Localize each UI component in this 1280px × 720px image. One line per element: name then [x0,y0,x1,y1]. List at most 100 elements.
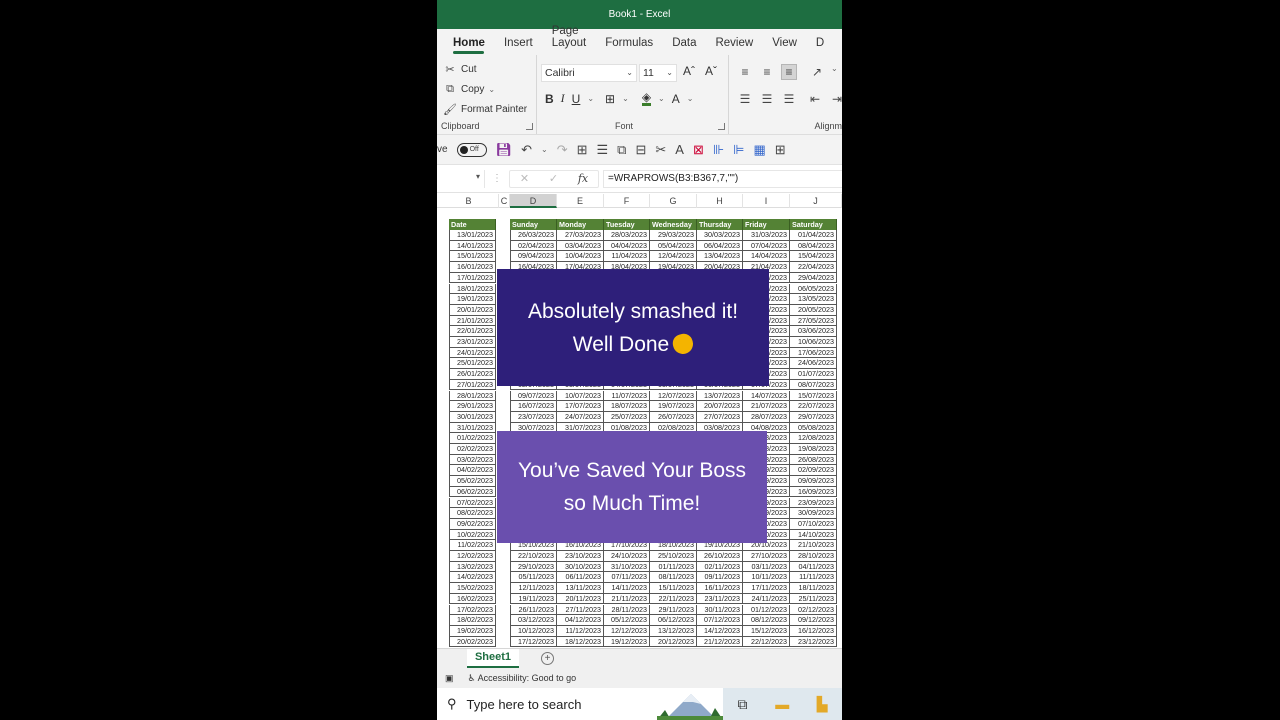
folder-cloud-icon[interactable]: ▙ [802,688,842,720]
column-header-h[interactable]: H [697,194,743,208]
wrapped-date-cell[interactable]: 02/12/2023 [790,604,837,616]
date-cell[interactable]: 21/01/2023 [449,315,496,327]
date-cell[interactable]: 10/02/2023 [449,529,496,541]
date-cell[interactable]: 14/01/2023 [449,240,496,252]
column-header-f[interactable]: F [604,194,650,208]
undo-icon[interactable]: ↶ [521,142,532,158]
cancel-icon[interactable]: ✕ [520,172,529,185]
wrapped-date-cell[interactable]: 12/11/2023 [510,583,557,594]
wrapped-date-cell[interactable]: 26/03/2023 [510,230,557,241]
wrapped-date-cell[interactable]: 17/06/2023 [790,347,837,359]
wrapped-date-cell[interactable]: 07/04/2023 [743,240,790,252]
wrapped-date-cell[interactable]: 11/12/2023 [557,625,604,637]
wrapped-date-cell[interactable]: 09/09/2023 [790,476,837,487]
borders-icon[interactable]: ⊞ [577,142,588,158]
wrapped-date-cell[interactable]: 27/03/2023 [557,230,604,241]
more-icon[interactable]: ⊞ [775,142,786,158]
redo-icon[interactable]: ↷ [557,142,568,158]
date-cell[interactable]: 08/02/2023 [449,508,496,519]
wrapped-date-cell[interactable]: 02/11/2023 [697,561,743,573]
wrapped-date-cell[interactable]: 07/10/2023 [790,518,837,530]
wrapped-date-cell[interactable]: 22/12/2023 [743,636,790,648]
wrapped-date-cell[interactable]: 03/04/2023 [557,240,604,252]
wrapped-date-cell[interactable]: 22/04/2023 [790,262,837,273]
date-cell[interactable]: 24/01/2023 [449,347,496,359]
wrapped-date-cell[interactable]: 26/11/2023 [510,604,557,616]
wrapped-date-cell[interactable]: 19/11/2023 [510,593,557,605]
drag-handle-icon[interactable]: ⋮ [485,173,509,184]
wrapped-date-cell[interactable]: 31/03/2023 [743,230,790,241]
wrapped-date-cell[interactable]: 11/11/2023 [790,572,837,584]
wrapped-date-cell[interactable]: 11/04/2023 [604,251,650,263]
wrapped-date-cell[interactable]: 19/07/2023 [650,401,697,412]
wrapped-date-cell[interactable]: 27/10/2023 [743,551,790,562]
wrapped-date-cell[interactable]: 29/11/2023 [650,604,697,616]
delete-rows-icon[interactable]: ⊫ [733,142,744,158]
chevron-down-icon[interactable]: ⌄ [831,64,838,80]
wrapped-date-cell[interactable]: 27/07/2023 [697,411,743,423]
wrapped-date-cell[interactable]: 18/07/2023 [604,401,650,412]
tab-view[interactable]: View [772,37,806,55]
wrapped-date-cell[interactable]: 16/11/2023 [697,583,743,594]
date-cell[interactable]: 12/02/2023 [449,551,496,562]
wrapped-date-cell[interactable]: 16/12/2023 [790,625,837,637]
wrapped-date-cell[interactable]: 14/10/2023 [790,529,837,541]
font-color-button[interactable]: A [672,92,680,106]
wrapped-date-cell[interactable]: 10/11/2023 [743,572,790,584]
wrapped-date-cell[interactable]: 22/07/2023 [790,401,837,412]
autosave-toggle[interactable]: Off [456,142,487,157]
wrapped-date-cell[interactable]: 13/05/2023 [790,294,837,305]
date-cell[interactable]: 01/02/2023 [449,433,496,444]
sheet-tab[interactable]: Sheet1 [467,649,519,668]
wrapped-date-cell[interactable]: 03/12/2023 [510,615,557,626]
wrapped-date-cell[interactable]: 01/07/2023 [790,369,837,380]
date-cell[interactable]: 13/02/2023 [449,561,496,573]
wrapped-date-cell[interactable]: 10/12/2023 [510,625,557,637]
wrapped-date-cell[interactable]: 08/04/2023 [790,240,837,252]
tab-home[interactable]: Home [453,37,494,55]
wrapped-date-cell[interactable]: 20/07/2023 [697,401,743,412]
align-left-icon[interactable]: ☰ [737,91,753,107]
wrapped-date-cell[interactable]: 14/12/2023 [697,625,743,637]
increase-font-size-button[interactable]: Aˆ [683,64,695,78]
wrapped-date-cell[interactable]: 05/04/2023 [650,240,697,252]
wrapped-date-cell[interactable]: 12/04/2023 [650,251,697,263]
date-cell[interactable]: 22/01/2023 [449,326,496,337]
wrapped-date-cell[interactable]: 27/11/2023 [557,604,604,616]
wrapped-date-cell[interactable]: 01/12/2023 [743,604,790,616]
wrapped-date-cell[interactable]: 25/07/2023 [604,411,650,423]
column-header-b[interactable]: B [439,194,499,208]
wrapped-date-cell[interactable]: 02/04/2023 [510,240,557,252]
font-family-select[interactable]: Calibri ⌄ [541,64,637,82]
scissors-icon[interactable]: ✂ [655,142,666,158]
file-explorer-icon[interactable]: ▬ [762,688,802,720]
wrapped-date-cell[interactable]: 22/10/2023 [510,551,557,562]
wrapped-date-cell[interactable]: 17/12/2023 [510,636,557,648]
wrapped-date-cell[interactable]: 29/04/2023 [790,272,837,284]
date-cell[interactable]: 31/01/2023 [449,422,496,434]
macro-record-icon[interactable]: ▣ [445,673,454,684]
date-cell[interactable]: 09/02/2023 [449,518,496,530]
column-header-c[interactable]: C [499,194,510,208]
date-cell[interactable]: 20/01/2023 [449,304,496,316]
column-header-g[interactable]: G [650,194,697,208]
wrapped-date-cell[interactable]: 30/09/2023 [790,508,837,519]
wrapped-date-cell[interactable]: 05/12/2023 [604,615,650,626]
wrapped-date-cell[interactable]: 28/03/2023 [604,230,650,241]
wrapped-date-cell[interactable]: 15/04/2023 [790,251,837,263]
tab-insert[interactable]: Insert [504,37,542,55]
wrapped-date-cell[interactable]: 30/10/2023 [557,561,604,573]
wrapped-date-cell[interactable]: 21/12/2023 [697,636,743,648]
wrapped-date-cell[interactable]: 21/11/2023 [604,593,650,605]
wrapped-date-cell[interactable]: 16/09/2023 [790,486,837,498]
date-cell[interactable]: 18/01/2023 [449,283,496,295]
wrapped-date-cell[interactable]: 13/11/2023 [557,583,604,594]
italic-button[interactable]: I [561,91,565,106]
date-cell[interactable]: 06/02/2023 [449,486,496,498]
taskbar-search[interactable]: ⚲ Type here to search [437,688,723,720]
enter-icon[interactable]: ✓ [549,172,558,185]
wrapped-date-cell[interactable]: 12/07/2023 [650,390,697,402]
wrapped-date-cell[interactable]: 08/11/2023 [650,572,697,584]
wrapped-date-cell[interactable]: 08/07/2023 [790,379,837,391]
date-cell[interactable]: 15/02/2023 [449,583,496,594]
